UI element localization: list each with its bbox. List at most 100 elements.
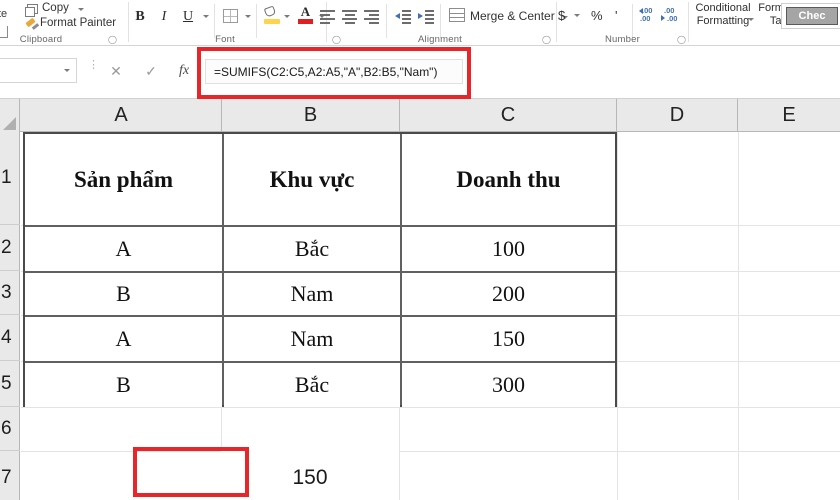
fill-color-chevron-down-icon[interactable] xyxy=(284,15,290,18)
borders-icon[interactable] xyxy=(223,9,238,23)
table-rule-h-1 xyxy=(25,225,615,227)
conditional-formatting-button[interactable]: Conditional Formatting xyxy=(692,2,754,28)
gridline-v-d xyxy=(738,132,739,500)
clipboard-group-label: Clipboard xyxy=(19,34,63,45)
insert-function-icon[interactable]: fx xyxy=(173,60,195,82)
name-box[interactable] xyxy=(0,58,77,83)
conditional-formatting-chevron-down-icon[interactable] xyxy=(748,18,754,21)
cell-b3[interactable]: Nam xyxy=(224,273,400,315)
currency-chevron-down-icon[interactable] xyxy=(574,14,580,17)
row-header-6[interactable]: 6 xyxy=(0,407,20,451)
merge-center-button[interactable]: Merge & Center xyxy=(470,9,555,23)
comma-format-button[interactable]: ' xyxy=(615,8,617,23)
column-header-row: A B C D E xyxy=(0,99,840,132)
underline-button[interactable]: U xyxy=(178,6,198,28)
row-header-1[interactable]: 1 xyxy=(0,132,20,225)
result-cell-b7[interactable]: 150 xyxy=(221,451,399,500)
cell-a1[interactable]: Sản phẩm xyxy=(25,134,222,225)
column-header-a[interactable]: A xyxy=(21,99,222,132)
align-left-icon[interactable] xyxy=(320,10,335,24)
formula-bar-row: ⋮ ✕ ✓ fx =SUMIFS(C2:C5,A2:A5,"A",B2:B5,"… xyxy=(0,47,840,99)
paste-button[interactable]: te xyxy=(0,8,7,20)
align-right-icon[interactable] xyxy=(364,10,379,24)
number-group-label: Number xyxy=(605,34,640,45)
fill-bucket-shape xyxy=(263,5,277,18)
row-header-4[interactable]: 4 xyxy=(0,315,20,361)
currency-format-button[interactable]: $ xyxy=(558,8,565,23)
cell-b5[interactable]: Bắc xyxy=(224,363,400,407)
font-color-icon[interactable]: A xyxy=(298,5,313,24)
table-rule-h-2 xyxy=(25,271,615,273)
cell-c1[interactable]: Doanh thu xyxy=(402,134,615,225)
decrease-decimal-icon[interactable]: .00 .00 xyxy=(661,6,681,26)
copy-button[interactable]: Copy xyxy=(42,2,69,14)
fill-color-swatch xyxy=(264,19,280,24)
merge-center-icon[interactable] xyxy=(449,8,465,22)
cell-b2[interactable]: Bắc xyxy=(224,227,400,271)
cell-b4[interactable]: Nam xyxy=(224,317,400,361)
cell-c4[interactable]: 150 xyxy=(402,317,615,361)
cell-a3[interactable]: B xyxy=(25,273,222,315)
copy-chevron-down-icon[interactable] xyxy=(78,8,84,11)
grid-cells-area: Sản phẩm Khu vực Doanh thu A Bắc 100 B N… xyxy=(21,132,840,500)
gridline-h-6 xyxy=(21,451,840,452)
underline-chevron-down-icon[interactable] xyxy=(203,15,209,18)
spreadsheet-grid: A B C D E 1 2 3 4 5 6 7 Sản phẩm Khu vực… xyxy=(0,99,840,500)
data-table: Sản phẩm Khu vực Doanh thu A Bắc 100 B N… xyxy=(23,132,617,407)
ribbon-divider-1 xyxy=(128,2,129,42)
italic-button[interactable]: I xyxy=(154,6,174,28)
table-rule-h-3 xyxy=(25,315,615,317)
column-header-e[interactable]: E xyxy=(738,99,840,132)
ribbon-group-alignment: Merge & Center Alignment ◯ xyxy=(320,0,568,46)
row-header-column: 1 2 3 4 5 6 7 xyxy=(0,132,20,500)
number-sub-divider xyxy=(632,4,633,38)
row-header-2[interactable]: 2 xyxy=(0,225,20,271)
excel-window: te Copy Format Painter Clipboard ◯ B I U xyxy=(0,0,840,500)
increase-indent-icon[interactable] xyxy=(418,10,434,24)
font-group-label: Font xyxy=(215,34,235,45)
percent-format-button[interactable]: % xyxy=(591,8,603,23)
name-box-chevron-down-icon[interactable] xyxy=(64,69,70,72)
cell-c2[interactable]: 100 xyxy=(402,227,615,271)
cell-a5[interactable]: B xyxy=(25,363,222,407)
align-center-icon[interactable] xyxy=(342,10,357,24)
cancel-icon[interactable]: ✕ xyxy=(105,60,127,82)
table-rule-h-4 xyxy=(25,361,615,363)
alignment-dialog-launcher[interactable]: ◯ xyxy=(542,35,551,44)
row-header-3[interactable]: 3 xyxy=(0,271,20,315)
cell-style-check-cell-label: Chec xyxy=(786,7,838,25)
table-rule-v-2 xyxy=(400,134,402,405)
cell-style-gallery-item[interactable]: Chec xyxy=(781,3,840,29)
column-header-c[interactable]: C xyxy=(400,99,617,132)
increase-decimal-icon[interactable]: .00 .00 xyxy=(639,6,659,26)
fill-color-icon[interactable] xyxy=(263,5,280,24)
copy-icon[interactable] xyxy=(25,4,38,17)
confirm-icon[interactable]: ✓ xyxy=(140,60,162,82)
bold-button[interactable]: B xyxy=(130,6,150,28)
number-dialog-launcher[interactable]: ◯ xyxy=(677,35,686,44)
row-header-7[interactable]: 7 xyxy=(0,451,20,500)
row-header-5[interactable]: 5 xyxy=(0,361,20,407)
alignment-group-label: Alignment xyxy=(417,34,463,45)
ribbon-group-number: $ % ' .00 .00 .00 .00 Number ◯ xyxy=(558,0,686,46)
clipboard-dialog-launcher[interactable]: ◯ xyxy=(108,35,117,44)
borders-chevron-down-icon[interactable] xyxy=(245,15,251,18)
ribbon-divider-3 xyxy=(556,2,557,42)
cell-b1[interactable]: Khu vực xyxy=(224,134,400,225)
format-painter-button[interactable]: Format Painter xyxy=(40,17,116,29)
column-header-d[interactable]: D xyxy=(617,99,738,132)
formula-bar-grip: ⋮ xyxy=(88,59,100,71)
cell-a2[interactable]: A xyxy=(25,227,222,271)
alignment-sub-divider-2 xyxy=(440,4,441,38)
cell-c5[interactable]: 300 xyxy=(402,363,615,407)
formula-input[interactable]: =SUMIFS(C2:C5,A2:A5,"A",B2:B5,"Nam") xyxy=(205,59,463,84)
ribbon-divider-4 xyxy=(688,2,689,42)
decrease-indent-icon[interactable] xyxy=(395,10,411,24)
ribbon-group-font: B I U A Font ◯ xyxy=(130,0,341,46)
font-sub-divider-2 xyxy=(256,4,257,38)
select-all-corner[interactable] xyxy=(0,99,20,132)
cell-c3[interactable]: 200 xyxy=(402,273,615,315)
font-sub-divider xyxy=(214,4,215,38)
column-header-b[interactable]: B xyxy=(222,99,400,132)
cell-a4[interactable]: A xyxy=(25,317,222,361)
